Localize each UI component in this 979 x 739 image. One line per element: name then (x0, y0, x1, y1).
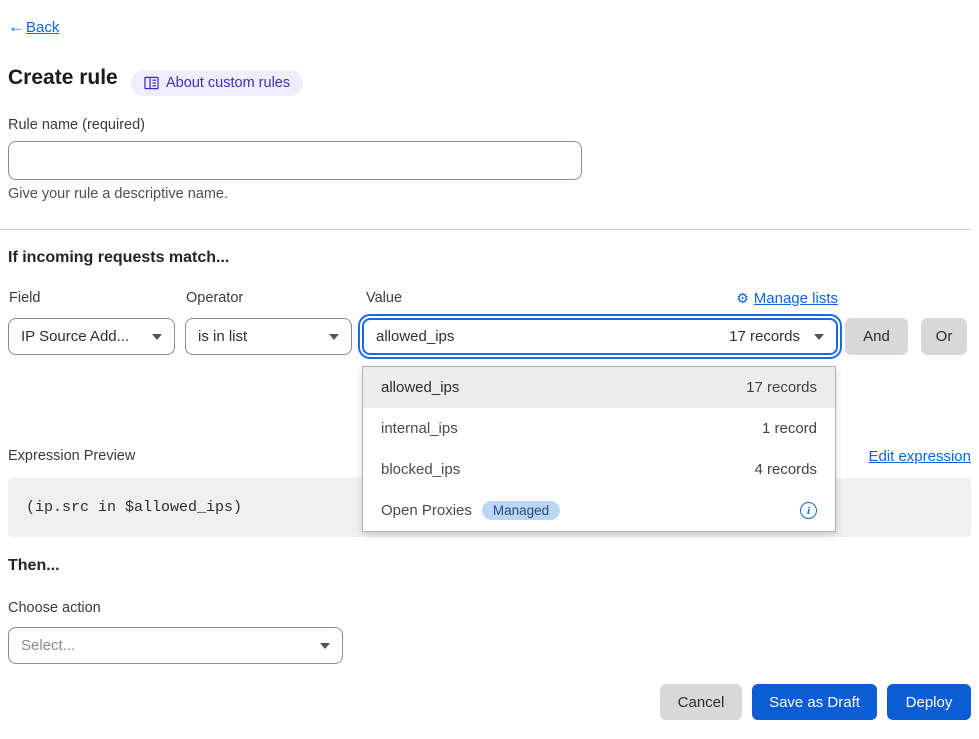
rule-name-label: Rule name (required) (8, 117, 145, 133)
and-button[interactable]: And (845, 318, 908, 355)
back-label: Back (26, 19, 59, 36)
about-custom-rules-link[interactable]: About custom rules (131, 70, 303, 96)
operator-select-value: is in list (198, 328, 319, 345)
operator-column-label: Operator (186, 290, 243, 306)
dropdown-option-allowed-ips[interactable]: allowed_ips 17 records (363, 367, 835, 408)
dropdown-option-open-proxies[interactable]: Open Proxies Managed i (363, 490, 835, 531)
save-as-draft-button[interactable]: Save as Draft (752, 684, 877, 720)
expression-code: (ip.src in $allowed_ips) (26, 499, 242, 516)
dropdown-option-internal-ips[interactable]: internal_ips 1 record (363, 408, 835, 449)
action-select[interactable]: Select... (8, 627, 343, 664)
gear-icon: ⚙ (736, 290, 749, 307)
edit-expression-link[interactable]: Edit expression (868, 448, 971, 465)
list-name: internal_ips (381, 420, 458, 437)
value-select-record-count: 17 records (729, 328, 804, 345)
rule-name-input[interactable] (8, 141, 582, 180)
deploy-button[interactable]: Deploy (887, 684, 971, 720)
list-record-count: 1 record (762, 420, 817, 437)
chevron-down-icon (320, 643, 330, 649)
field-column-label: Field (9, 290, 40, 306)
or-button[interactable]: Or (921, 318, 967, 355)
list-record-count: 17 records (746, 379, 817, 396)
dropdown-option-blocked-ips[interactable]: blocked_ips 4 records (363, 449, 835, 490)
list-record-count: 4 records (754, 461, 817, 478)
then-section-heading: Then... (8, 557, 60, 575)
book-icon (144, 76, 159, 90)
chevron-down-icon (152, 334, 162, 340)
value-column-label: Value (366, 290, 402, 306)
manage-lists-link[interactable]: ⚙ Manage lists (736, 290, 838, 307)
back-arrow-icon: ← (8, 17, 25, 37)
value-select-name: allowed_ips (376, 328, 729, 345)
about-custom-rules-label: About custom rules (166, 75, 290, 91)
value-select[interactable]: allowed_ips 17 records (362, 318, 838, 355)
rule-name-helper-text: Give your rule a descriptive name. (8, 186, 228, 202)
managed-badge: Managed (482, 501, 560, 520)
list-name: Open Proxies (381, 502, 472, 519)
choose-action-label: Choose action (8, 600, 101, 616)
action-select-placeholder: Select... (21, 637, 310, 654)
field-select-value: IP Source Add... (21, 328, 142, 345)
expression-preview-label: Expression Preview (8, 448, 135, 464)
info-icon[interactable]: i (800, 502, 817, 519)
back-link[interactable]: ← Back (8, 17, 59, 37)
chevron-down-icon (329, 334, 339, 340)
list-name: blocked_ips (381, 461, 460, 478)
operator-select[interactable]: is in list (185, 318, 352, 355)
list-name: allowed_ips (381, 379, 459, 396)
cancel-button[interactable]: Cancel (660, 684, 742, 720)
field-select[interactable]: IP Source Add... (8, 318, 175, 355)
match-section-heading: If incoming requests match... (8, 249, 229, 267)
value-dropdown-panel: allowed_ips 17 records internal_ips 1 re… (362, 366, 836, 532)
chevron-down-icon (814, 334, 824, 340)
manage-lists-label: Manage lists (754, 290, 838, 307)
section-divider (0, 229, 971, 230)
create-rule-page: ← Back Create rule About custom rules Ru… (0, 0, 979, 739)
page-title: Create rule (8, 66, 118, 90)
